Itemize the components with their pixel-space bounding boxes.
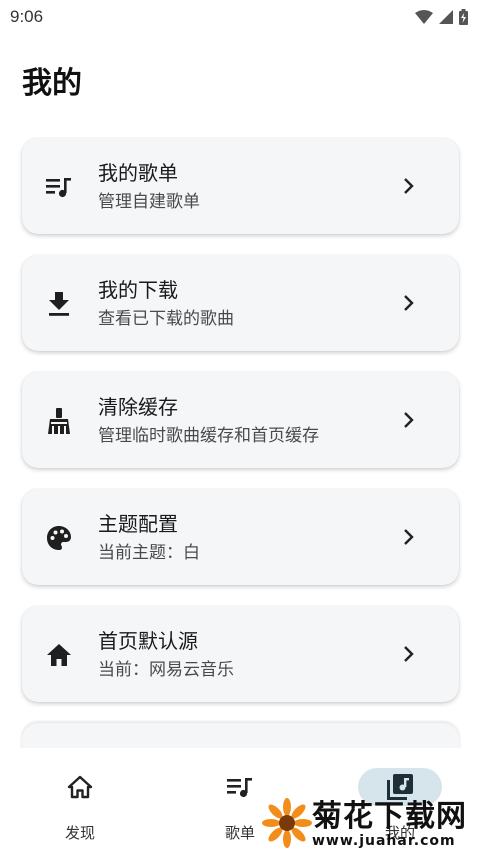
chevron-right-icon: [404, 646, 414, 662]
chevron-right-icon: [404, 529, 414, 545]
menu-item-label: 我的下载: [98, 278, 178, 302]
nav-icon-container: [38, 768, 122, 806]
chevron-right-icon: [404, 178, 414, 194]
menu-item-my-downloads[interactable]: 我的下载 查看已下载的歌曲: [22, 255, 459, 351]
playlist-icon: [227, 778, 252, 798]
nav-label: 歌单: [224, 824, 255, 842]
menu-item-my-playlists[interactable]: 我的歌单 管理自建歌单: [22, 138, 459, 234]
watermark-url: www.juahar.com: [312, 832, 456, 849]
nav-label: 发现: [64, 824, 95, 842]
chevron-right-icon: [404, 295, 414, 311]
menu-list: 我的歌单 管理自建歌单 我的下载 查看已下载的歌曲 清除缓存 管理临时歌曲缓存和…: [22, 138, 459, 763]
status-time: 9:06: [10, 7, 44, 26]
watermark: 菊花下载网 www.juahar.com: [262, 796, 480, 853]
menu-item-subtitle: 查看已下载的歌曲: [98, 309, 234, 329]
home-outline-icon: [67, 775, 93, 799]
menu-item-label: 主题配置: [98, 512, 178, 536]
signal-icon: [439, 10, 453, 24]
playlist-icon: [46, 174, 72, 200]
menu-item-subtitle: 管理临时歌曲缓存和首页缓存: [98, 426, 319, 446]
palette-icon: [46, 525, 72, 551]
wifi-icon: [415, 10, 433, 24]
nav-discover[interactable]: 发现: [35, 768, 125, 848]
download-icon: [46, 291, 72, 317]
flower-logo: [262, 798, 312, 848]
menu-item-label: 我的歌单: [98, 161, 178, 185]
menu-item-theme-settings[interactable]: 主题配置 当前主题：白: [22, 489, 459, 585]
menu-item-subtitle: 管理自建歌单: [98, 192, 200, 212]
menu-item-clear-cache[interactable]: 清除缓存 管理临时歌曲缓存和首页缓存: [22, 372, 459, 468]
menu-item-subtitle: 当前主题：白: [98, 543, 200, 563]
page-title: 我的: [22, 66, 82, 101]
menu-item-default-source[interactable]: 首页默认源 当前：网易云音乐: [22, 606, 459, 702]
status-icons: [415, 9, 468, 25]
battery-icon: [459, 9, 468, 25]
menu-item-label: 首页默认源: [98, 629, 198, 653]
menu-item-label: 清除缓存: [98, 395, 178, 419]
chevron-right-icon: [404, 412, 414, 428]
status-bar: 9:06: [0, 0, 480, 34]
watermark-title: 菊花下载网: [312, 798, 467, 834]
broom-icon: [46, 408, 72, 434]
menu-item-subtitle: 当前：网易云音乐: [98, 660, 234, 680]
home-icon: [46, 642, 72, 668]
